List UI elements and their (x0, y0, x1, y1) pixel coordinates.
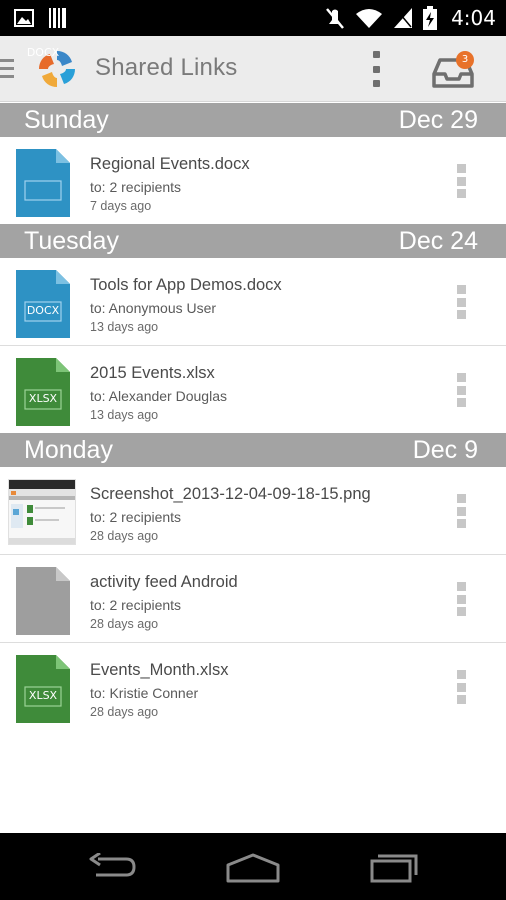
file-age: 13 days ago (90, 408, 159, 422)
file-recipients: to: Anonymous User (90, 300, 217, 316)
navigation-bar (0, 833, 506, 900)
image-thumbnail (8, 479, 76, 545)
row-overflow-icon[interactable] (455, 164, 467, 198)
file-recipients: to: 2 recipients (90, 597, 182, 613)
row-overflow-icon[interactable] (455, 670, 467, 704)
home-icon[interactable] (224, 853, 282, 883)
file-recipients: to: 2 recipients (90, 509, 182, 525)
generic-file-icon (16, 567, 70, 635)
file-age: 7 days ago (90, 199, 152, 213)
file-age: 13 days ago (90, 320, 159, 334)
overflow-menu-icon[interactable] (366, 51, 386, 87)
file-name: Tools for App Demos.docx (90, 276, 282, 294)
image-icon (14, 9, 34, 27)
section-day: Monday (24, 436, 113, 464)
barcode-icon (49, 8, 66, 28)
file-age: 28 days ago (90, 617, 159, 631)
list-item[interactable]: activity feed Android to: 2 recipients 2… (0, 555, 506, 643)
file-age: 28 days ago (90, 705, 159, 719)
battery-icon (423, 6, 438, 30)
docx-file-icon (16, 149, 70, 217)
file-type-label: DOCX (26, 304, 60, 317)
row-overflow-icon[interactable] (455, 494, 467, 528)
file-name: Events_Month.xlsx (90, 661, 229, 679)
section-day: Tuesday (24, 227, 119, 255)
file-recipients: to: Alexander Douglas (90, 388, 227, 404)
page-title: Shared Links (95, 54, 238, 81)
file-name: Screenshot_2013-12-04-09-18-15.png (90, 485, 371, 503)
file-name: Regional Events.docx (90, 155, 250, 173)
section-date: Dec 24 (398, 227, 478, 255)
list-item[interactable]: DOCX Regional Events.docx to: 2 recipien… (0, 46, 506, 225)
list-item[interactable]: Screenshot_2013-12-04-09-18-15.png to: 2… (0, 467, 506, 555)
section-header-sunday: Sunday Dec 29 (0, 103, 506, 137)
mute-icon (326, 8, 345, 29)
list-item[interactable]: XLSX Events_Month.xlsx to: Kristie Conne… (0, 643, 506, 731)
file-type-label: XLSX (28, 392, 58, 405)
recent-apps-icon[interactable] (368, 851, 422, 883)
clock: 4:04 (451, 6, 496, 30)
status-bar: 4:04 (0, 0, 506, 36)
section-date: Dec 29 (398, 106, 478, 134)
list-item[interactable]: XLSX 2015 Events.xlsx to: Alexander Doug… (0, 346, 506, 434)
file-recipients: to: 2 recipients (90, 179, 182, 195)
wifi-icon (356, 9, 383, 28)
section-day: Sunday (24, 106, 109, 134)
section-header-monday: Monday Dec 9 (0, 433, 506, 467)
row-overflow-icon[interactable] (455, 285, 467, 319)
notification-badge[interactable]: 3 (456, 51, 474, 69)
file-type-label: XLSX (28, 689, 58, 702)
file-recipients: to: Kristie Conner (90, 685, 199, 701)
hamburger-icon[interactable] (0, 59, 14, 79)
row-overflow-icon[interactable] (455, 373, 467, 407)
file-age: 28 days ago (90, 529, 159, 543)
list-item[interactable]: DOCX Tools for App Demos.docx to: Anonym… (0, 258, 506, 346)
file-type-label: DOCX (26, 46, 60, 59)
section-date: Dec 9 (412, 436, 478, 464)
section-header-tuesday: Tuesday Dec 24 (0, 224, 506, 258)
row-overflow-icon[interactable] (455, 582, 467, 616)
file-name: activity feed Android (90, 573, 238, 591)
signal-icon (394, 8, 413, 28)
back-icon[interactable] (86, 853, 138, 881)
app-bar: Shared Links (0, 36, 506, 102)
file-name: 2015 Events.xlsx (90, 364, 215, 382)
